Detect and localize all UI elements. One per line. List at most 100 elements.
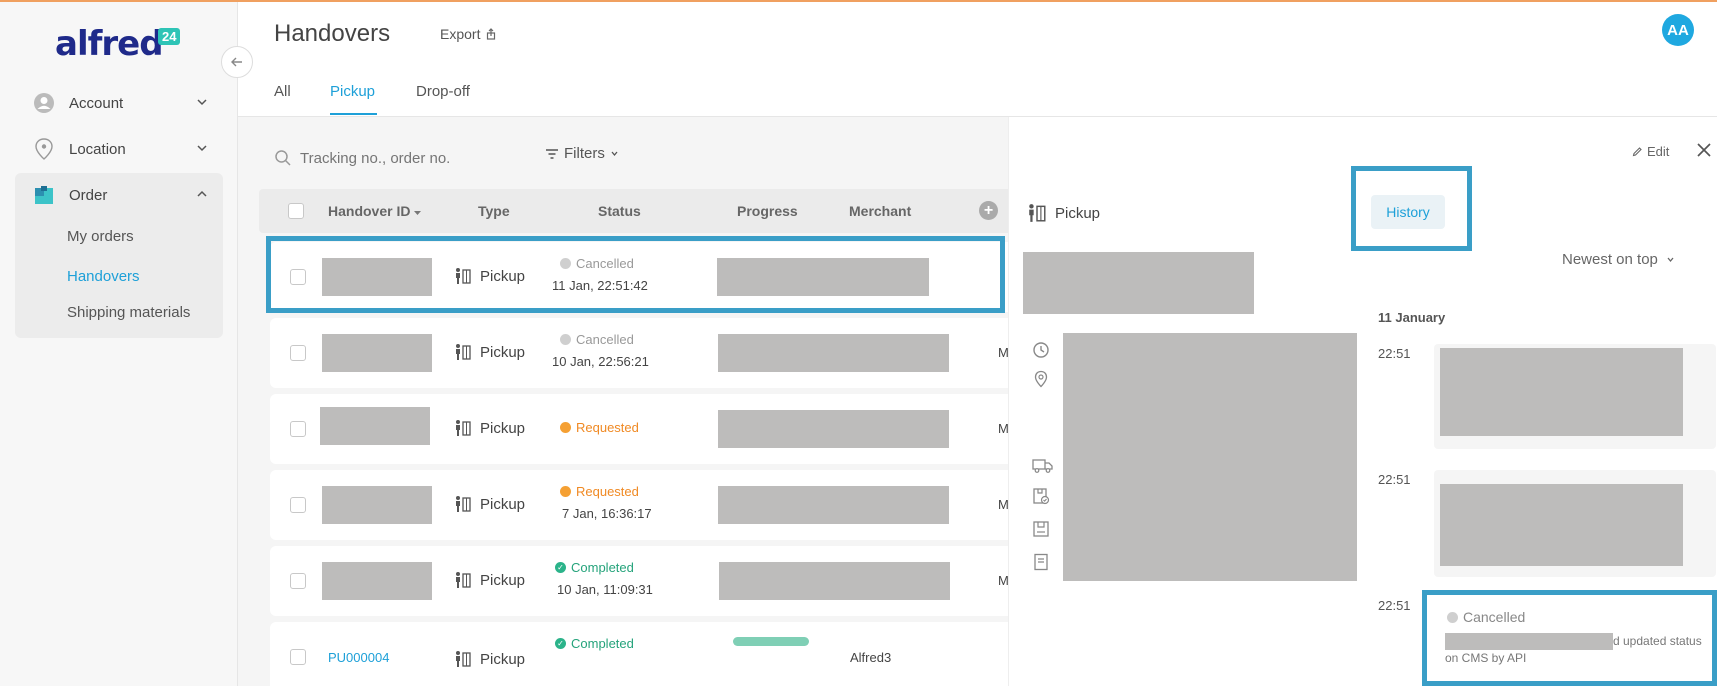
redacted-progress xyxy=(717,258,929,296)
tab-pickup[interactable]: Pickup xyxy=(330,83,375,100)
edit-button[interactable]: Edit xyxy=(1632,144,1669,159)
search-icon xyxy=(275,150,291,166)
redacted-handover-id xyxy=(322,334,432,372)
logo-badge: 24 xyxy=(158,28,181,45)
table-row[interactable]: Pickup Cancelled 11 Jan, 22:51:42 xyxy=(270,242,1008,312)
sidebar-item-location[interactable]: Location xyxy=(15,129,223,169)
chevron-down-icon xyxy=(611,151,618,157)
redacted-handover-id xyxy=(320,407,430,445)
row-checkbox[interactable] xyxy=(290,649,306,665)
add-column-button[interactable]: + xyxy=(979,201,998,220)
row-checkbox[interactable] xyxy=(290,497,306,513)
handover-id-link[interactable]: PU000004 xyxy=(328,650,389,665)
table-row[interactable]: Pickup Cancelled 10 Jan, 22:56:21 M xyxy=(270,318,1008,388)
row-checkbox[interactable] xyxy=(290,421,306,437)
row-type: Pickup xyxy=(454,495,525,513)
close-panel-button[interactable] xyxy=(1696,141,1712,164)
pickup-icon xyxy=(456,344,471,360)
collapse-sidebar-button[interactable] xyxy=(221,46,253,78)
sidebar-item-label: Location xyxy=(69,140,126,158)
clock-icon xyxy=(1033,342,1049,358)
pickup-icon xyxy=(456,268,471,284)
row-checkbox[interactable] xyxy=(290,573,306,589)
redacted-progress xyxy=(718,410,949,448)
chevron-down-icon xyxy=(197,145,207,152)
history-description: d updated status on CMS by API xyxy=(1445,633,1702,665)
table-row[interactable]: Pickup Requested 7 Jan, 16:36:17 M xyxy=(270,470,1008,540)
tab-all[interactable]: All xyxy=(274,83,291,100)
filter-icon xyxy=(546,148,558,159)
sidebar-subitem-my-orders[interactable]: My orders xyxy=(67,228,134,245)
table-row[interactable]: Pickup Requested M xyxy=(270,394,1008,464)
pencil-icon xyxy=(1632,147,1642,157)
row-merchant: M xyxy=(998,345,1008,360)
sidebar-item-label: Account xyxy=(69,94,124,112)
table-row[interactable]: Pickup ✓ Completed 10 Jan, 11:09:31 M xyxy=(270,546,1008,616)
search-input[interactable] xyxy=(300,149,510,167)
row-checkbox[interactable] xyxy=(290,345,306,361)
status-badge: ✓ Completed xyxy=(555,636,634,651)
sidebar-item-order[interactable]: Order xyxy=(15,175,223,215)
page-title: Handovers xyxy=(274,20,391,47)
status-badge: Cancelled xyxy=(560,256,634,271)
handover-detail-panel: Edit Pickup History Newest on top 11 Jan… xyxy=(1008,117,1717,686)
row-merchant: M xyxy=(998,497,1008,512)
status-badge: Requested xyxy=(560,420,639,435)
sort-down-icon xyxy=(414,211,422,215)
table-header: Handover ID Type Status Progress Merchan… xyxy=(259,189,1008,233)
pickup-icon xyxy=(456,496,471,512)
row-date: 7 Jan, 16:36:17 xyxy=(562,506,652,521)
column-header-status[interactable]: Status xyxy=(598,203,641,219)
row-type: Pickup xyxy=(454,419,525,437)
export-label: Export xyxy=(440,26,481,42)
export-button[interactable]: Export xyxy=(440,26,496,42)
tab-drop-off[interactable]: Drop-off xyxy=(416,83,470,100)
sidebar-subitem-shipping-materials[interactable]: Shipping materials xyxy=(67,304,190,321)
location-pin-icon xyxy=(1034,370,1048,388)
filters-button[interactable]: Filters xyxy=(545,145,619,162)
history-date-group: 11 January xyxy=(1378,310,1446,325)
row-date: 10 Jan, 22:56:21 xyxy=(552,354,649,369)
history-button[interactable]: History xyxy=(1371,195,1445,229)
logo[interactable]: alfred xyxy=(55,24,164,64)
user-icon xyxy=(33,92,55,114)
history-entry-cancelled: Cancelled d updated status on CMS by API xyxy=(1431,595,1717,686)
top-accent-line xyxy=(0,0,1717,2)
status-badge: ✓ Completed xyxy=(555,560,634,575)
filters-label: Filters xyxy=(564,145,605,162)
history-entry-time: 22:51 xyxy=(1378,346,1411,361)
column-header-progress[interactable]: Progress xyxy=(737,203,798,219)
package-check-icon xyxy=(1033,488,1050,505)
redacted-progress xyxy=(718,486,949,524)
row-checkbox[interactable] xyxy=(290,269,306,285)
sidebar-item-account[interactable]: Account xyxy=(15,83,223,123)
redacted-details-header xyxy=(1023,252,1254,314)
truck-icon xyxy=(1032,459,1053,473)
avatar[interactable]: AA xyxy=(1662,14,1694,46)
pickup-icon xyxy=(456,572,471,588)
sidebar-subitem-handovers[interactable]: Handovers xyxy=(67,268,140,285)
close-icon xyxy=(1697,143,1711,157)
column-header-type[interactable]: Type xyxy=(478,203,510,219)
package-icon xyxy=(1033,521,1049,537)
search-bar xyxy=(274,143,514,173)
column-header-merchant[interactable]: Merchant xyxy=(849,203,911,219)
package-icon xyxy=(33,184,55,206)
select-all-checkbox[interactable] xyxy=(288,203,304,219)
history-entry xyxy=(1434,344,1716,449)
redacted-handover-id xyxy=(322,486,432,524)
history-sort-dropdown[interactable]: Newest on top xyxy=(1562,251,1675,268)
table-row[interactable]: PU000004 Pickup ✓ Completed Alfred3 xyxy=(270,622,1008,686)
redacted-handover-id xyxy=(322,562,432,600)
check-icon: ✓ xyxy=(555,638,566,649)
column-header-handover-id[interactable]: Handover ID xyxy=(328,203,422,219)
chevron-down-icon xyxy=(197,99,207,106)
location-pin-icon xyxy=(33,138,55,160)
redacted-details-body xyxy=(1063,333,1357,581)
progress-bar xyxy=(733,637,809,646)
row-type: Pickup xyxy=(454,343,525,361)
row-date: 11 Jan, 22:51:42 xyxy=(552,278,648,293)
arrow-left-icon xyxy=(231,57,242,67)
history-entry xyxy=(1434,470,1716,577)
chevron-down-icon xyxy=(1667,257,1674,263)
